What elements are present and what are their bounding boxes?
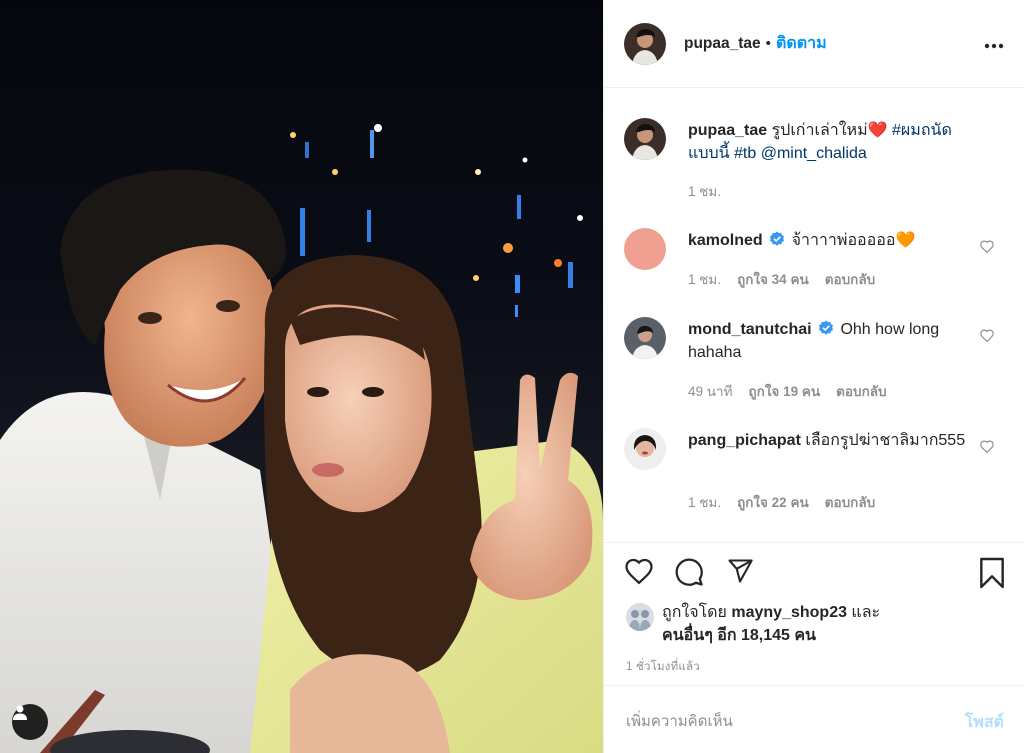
liker-username[interactable]: mayny_shop23 <box>731 604 847 621</box>
commenter-avatar[interactable] <box>624 317 666 359</box>
comment-item: mond_tanutchai Ohh how long hahaha 49 นา… <box>624 317 1004 407</box>
comment-meta: 49 นาที ถูกใจ 19 คน ตอบกลับ <box>688 380 887 402</box>
author-avatar[interactable] <box>624 22 666 65</box>
add-comment-input[interactable] <box>624 706 928 736</box>
comments-list: pupaa_tae รูปเก่าเล่าใหม่❤️ #ผมถนัดแบบนี… <box>604 88 1024 542</box>
caption: pupaa_tae รูปเก่าเล่าใหม่❤️ #ผมถนัดแบบนี… <box>624 118 1004 208</box>
person-man <box>0 169 300 753</box>
hashtag-link[interactable]: #tb <box>730 145 756 162</box>
bookmark-icon[interactable] <box>978 557 1006 589</box>
person-woman <box>250 255 603 753</box>
comment-username[interactable]: mond_tanutchai <box>688 321 812 338</box>
more-options-button[interactable] <box>984 32 1004 55</box>
comment-likes[interactable]: ถูกใจ 34 คน <box>737 272 809 287</box>
post-photo[interactable] <box>0 0 603 753</box>
commenter-avatar[interactable] <box>624 228 666 270</box>
comment-body: จ้าาาาพ่อออออ🧡 <box>787 232 916 249</box>
caption-body: รูปเก่าเล่าใหม่ <box>767 122 868 139</box>
caption-text: pupaa_tae รูปเก่าเล่าใหม่❤️ #ผมถนัดแบบนี… <box>688 119 968 165</box>
caption-meta: 1 ชม. <box>688 180 737 202</box>
post-side-panel: pupaa_tae • ติดตาม pupaa_tae รูปเก่าเล่า… <box>603 0 1024 753</box>
comment-username[interactable]: pang_pichapat <box>688 432 801 449</box>
comment-icon[interactable] <box>674 557 704 587</box>
user-tag-button[interactable] <box>12 704 48 740</box>
liked-by-and: และ <box>846 604 881 621</box>
add-comment-section: โพสต์ <box>604 685 1024 753</box>
caption-heart-emoji: ❤️ <box>867 122 888 139</box>
verified-badge-icon <box>770 231 785 246</box>
mention-link[interactable]: @mint_chalida <box>756 145 867 162</box>
comment-item: kamolned จ้าาาาพ่อออออ🧡 1 ชม. ถูกใจ 34 คน… <box>624 228 1004 298</box>
comment-meta: 1 ชม. ถูกใจ 34 คน ตอบกลับ <box>688 268 875 290</box>
caption-avatar[interactable] <box>624 118 666 160</box>
comment-like-heart-icon[interactable] <box>980 240 994 253</box>
comment-body: เลือกรูปฆ่าชาลิมาก555 <box>800 432 966 449</box>
post-actions-section: ถูกใจโดย mayny_shop23 และ คนอื่นๆ อีก 18… <box>604 542 1024 673</box>
liker-avatar[interactable] <box>626 603 654 631</box>
action-bar <box>624 557 1010 593</box>
reply-button[interactable]: ตอบกลับ <box>836 384 886 399</box>
comment-text: mond_tanutchai Ohh how long hahaha <box>688 318 968 364</box>
reply-button[interactable]: ตอบกลับ <box>825 272 875 287</box>
verified-badge-icon <box>819 320 834 335</box>
comment-text: pang_pichapat เลือกรูปฆ่าชาลิมาก555 <box>688 429 968 452</box>
comment-meta: 1 ชม. ถูกใจ 22 คน ตอบกลับ <box>688 491 875 513</box>
user-tag-icon <box>13 705 27 720</box>
post-comment-button[interactable]: โพสต์ <box>965 710 1004 735</box>
heart-icon[interactable] <box>624 557 654 585</box>
post-header: pupaa_tae • ติดตาม <box>604 0 1024 88</box>
comment-likes[interactable]: ถูกใจ 22 คน <box>737 495 809 510</box>
post-timestamp[interactable]: 1 ชั่วโมงที่แล้ว <box>626 658 700 676</box>
comment-item: pang_pichapat เลือกรูปฆ่าชาลิมาก555 1 ชม… <box>624 428 1004 518</box>
comment-username[interactable]: kamolned <box>688 232 763 249</box>
comment-time[interactable]: 1 ชม. <box>688 495 721 510</box>
more-icon <box>984 43 1004 49</box>
caption-username[interactable]: pupaa_tae <box>688 122 767 139</box>
comment-like-heart-icon[interactable] <box>980 440 994 453</box>
likes-count-link[interactable]: คนอื่นๆ อีก 18,145 คน <box>662 627 816 644</box>
comment-time[interactable]: 49 นาที <box>688 384 732 399</box>
comment-likes[interactable]: ถูกใจ 19 คน <box>748 384 820 399</box>
comment-time[interactable]: 1 ชม. <box>688 272 721 287</box>
photo-illustration <box>0 124 603 753</box>
comment-text: kamolned จ้าาาาพ่อออออ🧡 <box>688 229 968 252</box>
comment-like-heart-icon[interactable] <box>980 329 994 342</box>
separator-dot: • <box>765 35 771 52</box>
reply-button[interactable]: ตอบกลับ <box>825 495 875 510</box>
follow-button[interactable]: ติดตาม <box>776 31 827 56</box>
liked-by-prefix: ถูกใจโดย <box>662 604 732 621</box>
caption-time[interactable]: 1 ชม. <box>688 184 721 199</box>
liked-by-text: ถูกใจโดย mayny_shop23 และ คนอื่นๆ อีก 18… <box>662 601 880 647</box>
share-icon[interactable] <box>725 557 755 585</box>
author-username[interactable]: pupaa_tae <box>684 35 761 53</box>
commenter-avatar[interactable] <box>624 428 666 470</box>
